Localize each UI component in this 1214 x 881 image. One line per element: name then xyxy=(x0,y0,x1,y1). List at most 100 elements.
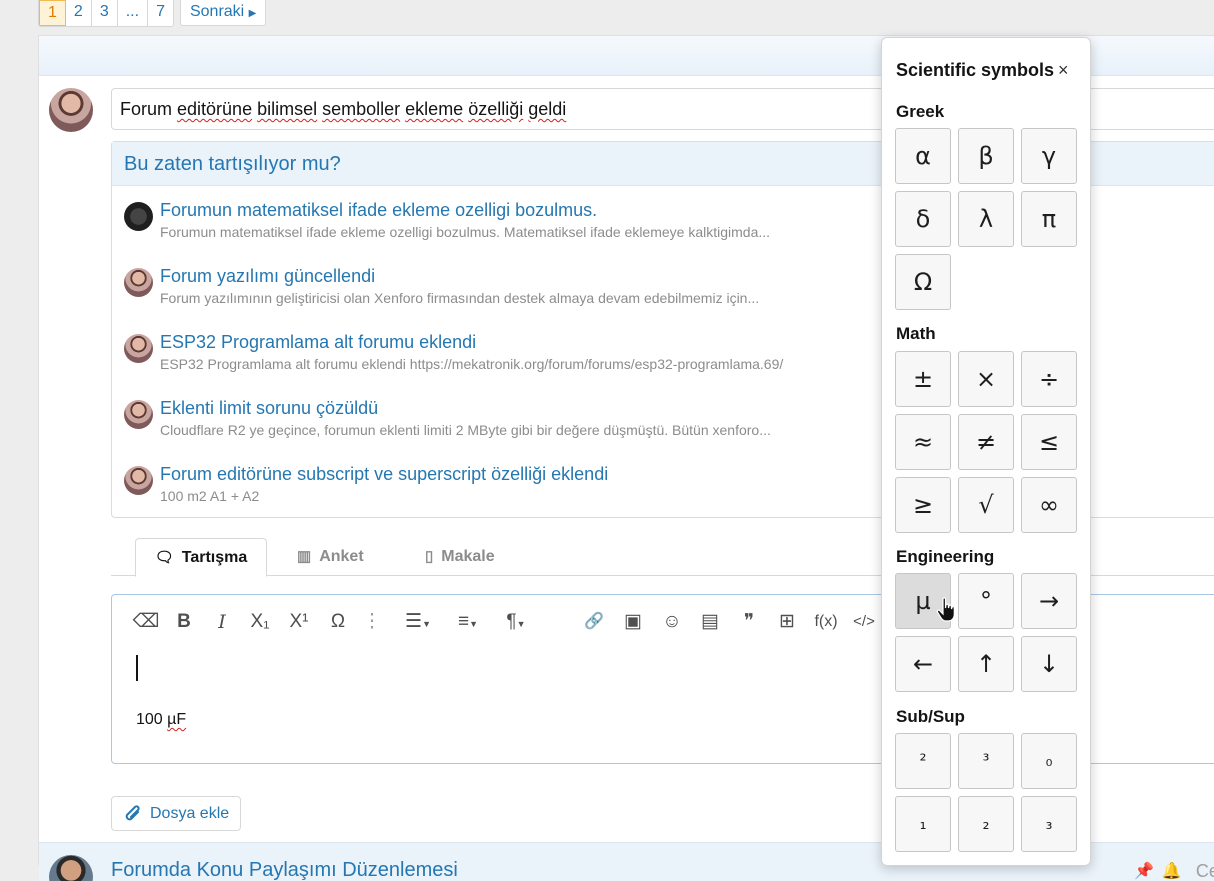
symbol-button[interactable]: × xyxy=(958,351,1014,407)
tab-label: Makale xyxy=(441,548,495,565)
symbol-button[interactable]: ↑ xyxy=(958,636,1014,692)
math-section-label: Math xyxy=(896,324,936,343)
symbol-button[interactable]: λ xyxy=(958,191,1014,247)
similar-thread-snippet: Forumun matematiksel ifade ekleme ozelli… xyxy=(160,224,771,240)
thread-actions: 📌 🔔 Ce xyxy=(1134,861,1214,881)
formula-icon[interactable]: f(x) xyxy=(812,609,840,635)
similar-thread-title[interactable]: ESP32 Programlama alt forumu eklendi xyxy=(160,332,476,353)
editor-content[interactable]: 100 µF xyxy=(136,711,186,729)
superscript-button[interactable]: X¹ xyxy=(285,609,313,635)
link-icon[interactable]: 🔗 xyxy=(580,609,608,635)
close-icon[interactable]: × xyxy=(1058,60,1069,81)
greek-section-label: Greek xyxy=(896,102,945,121)
bar-chart-icon: ▥ xyxy=(297,548,312,565)
emoji-icon[interactable]: ☺ xyxy=(658,609,686,635)
caret-right-icon: ▶ xyxy=(248,8,257,19)
symbol-button[interactable]: ² xyxy=(895,733,951,789)
symbol-button[interactable]: ← xyxy=(895,636,951,692)
italic-button[interactable]: I xyxy=(208,609,236,635)
more-options-icon[interactable]: ⋮ xyxy=(358,609,386,635)
symbol-button[interactable]: ≤ xyxy=(1021,414,1077,470)
list-icon: ☰ xyxy=(405,611,423,632)
page-1[interactable]: 1 xyxy=(39,0,66,26)
comments-icon: 🗨 xyxy=(154,548,174,566)
symbol-button[interactable]: ↓ xyxy=(1021,636,1077,692)
symbol-button[interactable]: ≈ xyxy=(895,414,951,470)
symbol-button[interactable]: → xyxy=(1021,573,1077,629)
symbol-button[interactable]: ₁ xyxy=(895,796,951,852)
pin-icon[interactable]: 📌 xyxy=(1134,861,1154,881)
engineering-section-label: Engineering xyxy=(896,547,995,566)
similar-thread-title[interactable]: Eklenti limit sorunu çözüldü xyxy=(160,398,378,419)
user-avatar[interactable] xyxy=(49,88,93,132)
subsup-symbols-grid: ² ³ ₀ ₁ ₂ ₃ xyxy=(895,733,1078,852)
code-icon[interactable]: </> xyxy=(850,609,878,635)
similar-thread-title[interactable]: Forum yazılımı güncellendi xyxy=(160,266,375,287)
align-icon: ≡ xyxy=(457,611,470,632)
attach-file-label: Dosya ekle xyxy=(150,805,230,822)
page-2[interactable]: 2 xyxy=(66,0,92,26)
page-3[interactable]: 3 xyxy=(92,0,118,26)
symbol-button[interactable]: β xyxy=(958,128,1014,184)
align-dropdown-button[interactable]: ≡▼ xyxy=(454,609,482,635)
bell-icon[interactable]: 🔔 xyxy=(1162,861,1182,881)
eraser-icon[interactable]: ⌫ xyxy=(132,609,160,635)
thread-author-avatar[interactable] xyxy=(124,466,153,495)
list-dropdown-button[interactable]: ☰▼ xyxy=(404,609,432,635)
next-page-label: Sonraki xyxy=(189,3,245,20)
next-page-button[interactable]: Sonraki ▶ xyxy=(179,0,267,26)
symbol-button[interactable]: ± xyxy=(895,351,951,407)
thread-author-avatar[interactable] xyxy=(49,855,93,881)
symbol-button[interactable]: ₃ xyxy=(1021,796,1077,852)
chevron-down-icon: ▼ xyxy=(422,619,431,629)
symbol-button[interactable]: √ xyxy=(958,477,1014,533)
page-7[interactable]: 7 xyxy=(148,0,173,26)
page-ellipsis[interactable]: ... xyxy=(118,0,149,26)
subsup-section-label: Sub/Sup xyxy=(896,707,965,726)
page-numbers: 1 2 3 ... 7 xyxy=(38,0,174,27)
attach-file-button[interactable]: Dosya ekle xyxy=(111,796,241,831)
similar-thread-snippet: Cloudflare R2 ye geçince, forumun eklent… xyxy=(160,422,771,438)
similar-thread-snippet: ESP32 Programlama alt forumu eklendi htt… xyxy=(160,356,784,372)
tab-poll[interactable]: ▥ Anket xyxy=(297,538,364,576)
similar-thread-title[interactable]: Forum editörüne subscript ve superscript… xyxy=(160,464,608,485)
symbol-button[interactable]: γ xyxy=(1021,128,1077,184)
greek-symbols-grid: α β γ δ λ π Ω xyxy=(895,128,1078,310)
next-thread-title[interactable]: Forumda Konu Paylaşımı Düzenlemesi xyxy=(111,859,458,881)
bold-button[interactable]: B xyxy=(170,609,198,635)
chevron-down-icon: ▼ xyxy=(469,619,478,629)
symbol-button[interactable]: ÷ xyxy=(1021,351,1077,407)
thread-author-avatar[interactable] xyxy=(124,400,153,429)
symbol-button[interactable]: α xyxy=(895,128,951,184)
symbol-button[interactable]: Ω xyxy=(895,254,951,310)
symbol-button[interactable]: ≠ xyxy=(958,414,1014,470)
quote-icon[interactable]: ❞ xyxy=(735,609,763,635)
thread-author-avatar[interactable] xyxy=(124,334,153,363)
symbol-button[interactable]: ° xyxy=(958,573,1014,629)
symbol-button[interactable]: δ xyxy=(895,191,951,247)
table-icon[interactable]: ⊞ xyxy=(773,609,801,635)
math-symbols-grid: ± × ÷ ≈ ≠ ≤ ≥ √ ∞ xyxy=(895,351,1078,533)
subscript-button[interactable]: X₁ xyxy=(246,609,274,635)
image-icon[interactable]: ▣ xyxy=(619,609,647,635)
similar-thread-title[interactable]: Forumun matematiksel ifade ekleme ozelli… xyxy=(160,200,597,221)
tab-discussion[interactable]: 🗨 Tartışma xyxy=(135,538,267,577)
symbol-button[interactable]: ₂ xyxy=(958,796,1014,852)
thread-author-avatar[interactable] xyxy=(124,202,153,231)
gallery-icon[interactable]: ▤ xyxy=(696,609,724,635)
symbol-button[interactable]: ₀ xyxy=(1021,733,1077,789)
pagination: 1 2 3 ... 7 Sonraki ▶ xyxy=(38,0,267,27)
paragraph-dropdown-button[interactable]: ¶▼ xyxy=(502,609,530,635)
tab-label: Tartışma xyxy=(181,548,248,566)
omega-symbols-button[interactable]: Ω xyxy=(324,609,352,635)
similar-thread-snippet: 100 m2 A1 + A2 xyxy=(160,488,260,504)
hand-pointer-icon xyxy=(936,597,955,622)
symbol-button[interactable]: ≥ xyxy=(895,477,951,533)
symbol-button[interactable]: π xyxy=(1021,191,1077,247)
symbol-button[interactable]: ∞ xyxy=(1021,477,1077,533)
tab-article[interactable]: ▯ Makale xyxy=(425,538,495,576)
engineering-symbols-grid: µ ° → ← ↑ ↓ xyxy=(895,573,1078,692)
thread-author-avatar[interactable] xyxy=(124,268,153,297)
symbol-button[interactable]: ³ xyxy=(958,733,1014,789)
scientific-symbols-popup: Scientific symbols × Greek α β γ δ λ π Ω… xyxy=(881,37,1091,866)
